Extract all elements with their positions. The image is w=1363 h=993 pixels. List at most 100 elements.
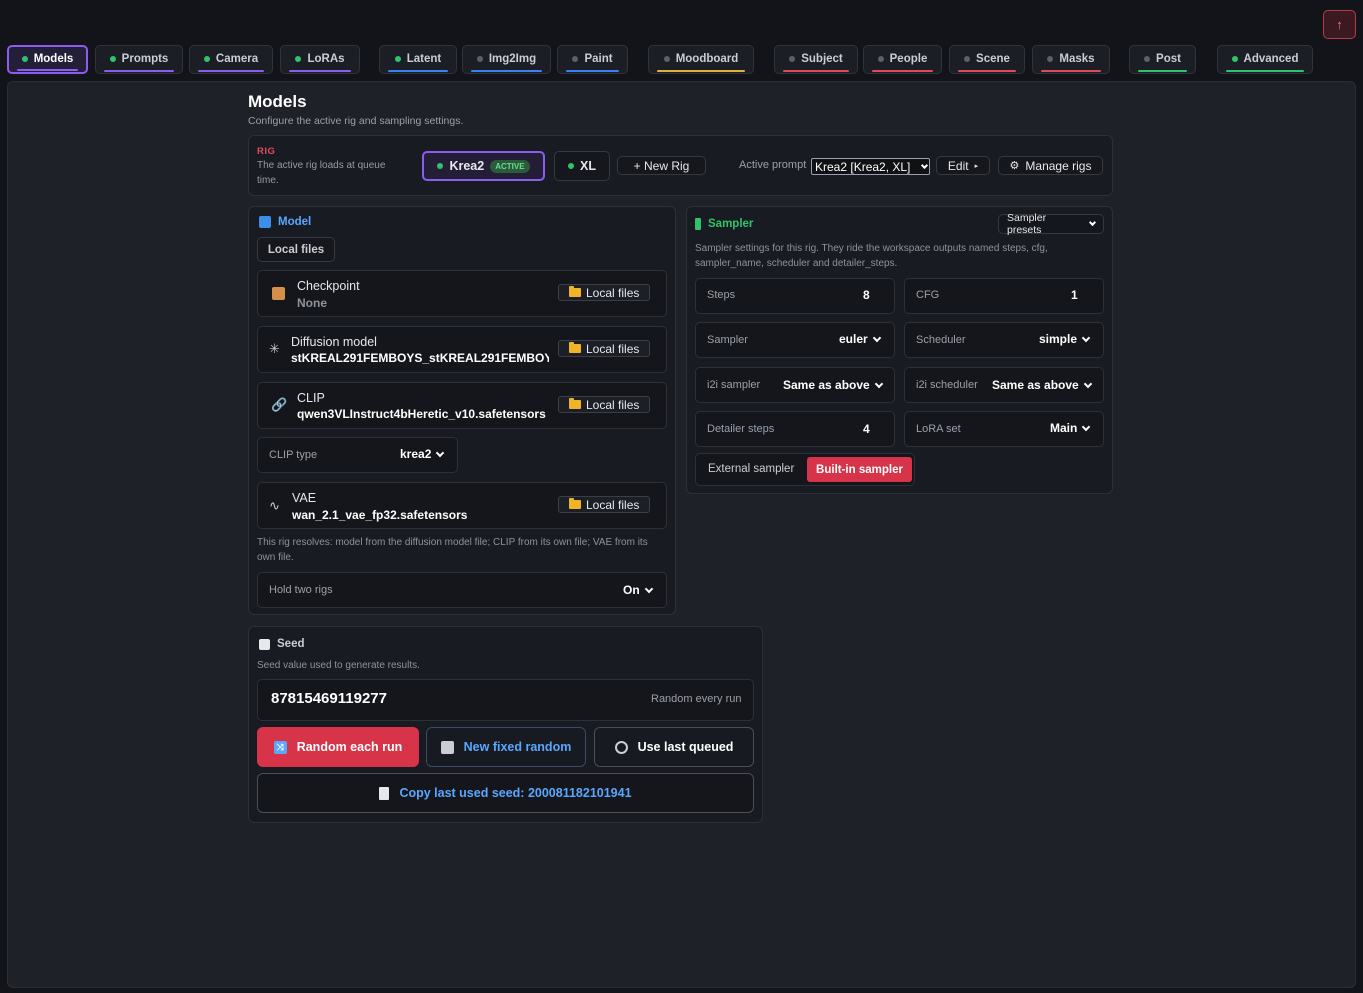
tab-label: Advanced	[1243, 52, 1299, 65]
new-fixed-random-button[interactable]: New fixed random	[426, 727, 586, 767]
tab-advanced[interactable]: Advanced	[1217, 45, 1313, 74]
folder-icon	[569, 398, 581, 409]
edit-rig-button[interactable]: Edit ▸	[936, 156, 990, 175]
rig-label: RIG	[257, 146, 276, 157]
diffusion-local-files-button[interactable]: Local files	[558, 340, 651, 357]
tab-label: Camera	[215, 52, 259, 65]
checkpoint-local-files-button[interactable]: Local files	[558, 284, 651, 301]
tab-label: Scene	[976, 52, 1010, 65]
status-dot-icon	[21, 55, 28, 62]
tab-moodboard[interactable]: Moodboard	[648, 45, 754, 74]
copy-last-seed-button[interactable]: Copy last used seed: 200081182101941	[257, 773, 754, 813]
builtin-sampler-option[interactable]: Built-in sampler	[807, 457, 912, 482]
sampler-description: Sampler settings for this rig. They ride…	[695, 243, 1048, 269]
gear-icon: ⚙	[1009, 160, 1020, 172]
chevron-down-icon	[436, 448, 445, 457]
tab-camera[interactable]: Camera	[189, 45, 273, 74]
use-last-queued-button[interactable]: Use last queued	[594, 727, 754, 767]
page-title: Models	[248, 92, 307, 111]
clip-type-value: krea2	[400, 447, 445, 461]
dice-icon	[259, 638, 270, 650]
detailer-steps-label: Detailer steps	[707, 423, 775, 435]
status-dot-icon	[1231, 55, 1238, 62]
lora-set-label: LoRA set	[916, 423, 961, 435]
sampler-presets-select[interactable]: Sampler presets	[998, 212, 1104, 236]
i2i-sampler-label: i2i sampler	[707, 379, 761, 391]
vae-title: VAE	[292, 491, 317, 505]
tab-masks[interactable]: Masks	[1032, 45, 1110, 74]
tab-label: Moodboard	[675, 52, 739, 65]
sampler-label: Sampler	[707, 334, 748, 346]
scroll-top-button[interactable]: ↑	[1323, 10, 1356, 39]
clip-value: qwen3VLInstruct4bHeretic_v10.safetensors	[297, 407, 546, 421]
diffusion-model-title: Diffusion model	[291, 335, 377, 349]
tab-label: People	[889, 52, 928, 65]
tab-scene[interactable]: Scene	[949, 45, 1025, 74]
tab-label: Subject	[801, 52, 843, 65]
tab-models[interactable]: Models	[7, 45, 88, 74]
status-dot-icon	[789, 55, 796, 62]
status-dot-icon	[568, 163, 574, 169]
cfg-label: CFG	[916, 289, 940, 301]
rig-krea2-button[interactable]: Krea2 ACTIVE	[422, 151, 545, 181]
folder-icon	[569, 286, 581, 297]
i2i-sampler-value: Same as above	[783, 378, 883, 392]
seed-value: 87815469119277	[271, 690, 387, 707]
tab-subject[interactable]: Subject	[774, 45, 858, 74]
new-rig-button[interactable]: + New Rig	[617, 156, 706, 175]
status-dot-icon	[877, 55, 884, 62]
rig-resolve-note: This rig resolves: model from the diffus…	[257, 537, 648, 563]
chevron-down-icon	[1089, 218, 1097, 227]
shuffle-icon: ⤨	[273, 740, 287, 754]
clip-title: CLIP	[297, 391, 325, 405]
scheduler-value: simple	[1039, 332, 1091, 346]
seed-description: Seed value used to generate results.	[257, 660, 420, 671]
page-subtitle: Configure the active rig and sampling se…	[248, 115, 464, 127]
status-dot-icon	[476, 55, 483, 62]
tab-paint[interactable]: Paint	[557, 45, 628, 74]
status-dot-icon	[572, 55, 579, 62]
tab-label: Latent	[406, 52, 442, 65]
active-prompt-label: Active prompt	[739, 159, 807, 171]
chevron-down-icon	[1083, 379, 1092, 388]
tab-img2img[interactable]: Img2Img	[462, 45, 551, 74]
tab-post[interactable]: Post	[1129, 45, 1196, 74]
rig-xl-button[interactable]: XL	[554, 151, 610, 181]
tab-label: Prompts	[121, 52, 169, 65]
hold-two-rigs-value: On	[623, 583, 653, 597]
manage-rigs-button[interactable]: ⚙ Manage rigs	[998, 156, 1103, 175]
link-icon: 🔗	[271, 397, 288, 412]
steps-value: 8	[863, 288, 870, 302]
folder-icon	[569, 342, 581, 353]
tab-loras[interactable]: LoRAs	[280, 45, 360, 74]
bars-icon	[695, 218, 701, 230]
steps-label: Steps	[707, 289, 736, 301]
box-icon	[272, 287, 285, 300]
arrow-up-icon: ↑	[1336, 17, 1343, 32]
status-dot-icon	[394, 55, 401, 62]
checkpoint-value: None	[297, 296, 327, 310]
rig-xl-label: XL	[580, 159, 596, 173]
tab-latent[interactable]: Latent	[379, 45, 457, 74]
status-dot-icon	[109, 55, 116, 62]
tab-prompts[interactable]: Prompts	[95, 45, 183, 74]
tab-people[interactable]: People	[863, 45, 942, 74]
lora-set-value: Main	[1050, 421, 1091, 435]
tab-label: Paint	[584, 52, 613, 65]
random-each-run-button[interactable]: ⤨ Random each run	[257, 727, 419, 767]
status-dot-icon	[437, 163, 444, 169]
active-prompt-select[interactable]: Krea2 [Krea2, XL]	[811, 158, 930, 175]
clip-local-files-button[interactable]: Local files	[558, 396, 651, 413]
status-dot-icon	[295, 55, 302, 62]
status-dot-icon	[964, 55, 971, 62]
seed-mode-hint: Random every run	[651, 693, 742, 705]
vae-local-files-button[interactable]: Local files	[558, 496, 651, 513]
sparkle-icon: ✳	[269, 341, 280, 356]
local-files-tab[interactable]: Local files	[257, 237, 335, 262]
caret-right-icon: ▸	[974, 162, 979, 170]
rig-krea2-label: Krea2	[449, 159, 485, 173]
chevron-down-icon	[1082, 422, 1091, 431]
tab-label: Img2Img	[488, 52, 537, 65]
status-dot-icon	[203, 55, 210, 62]
external-sampler-option[interactable]: External sampler	[708, 463, 794, 475]
